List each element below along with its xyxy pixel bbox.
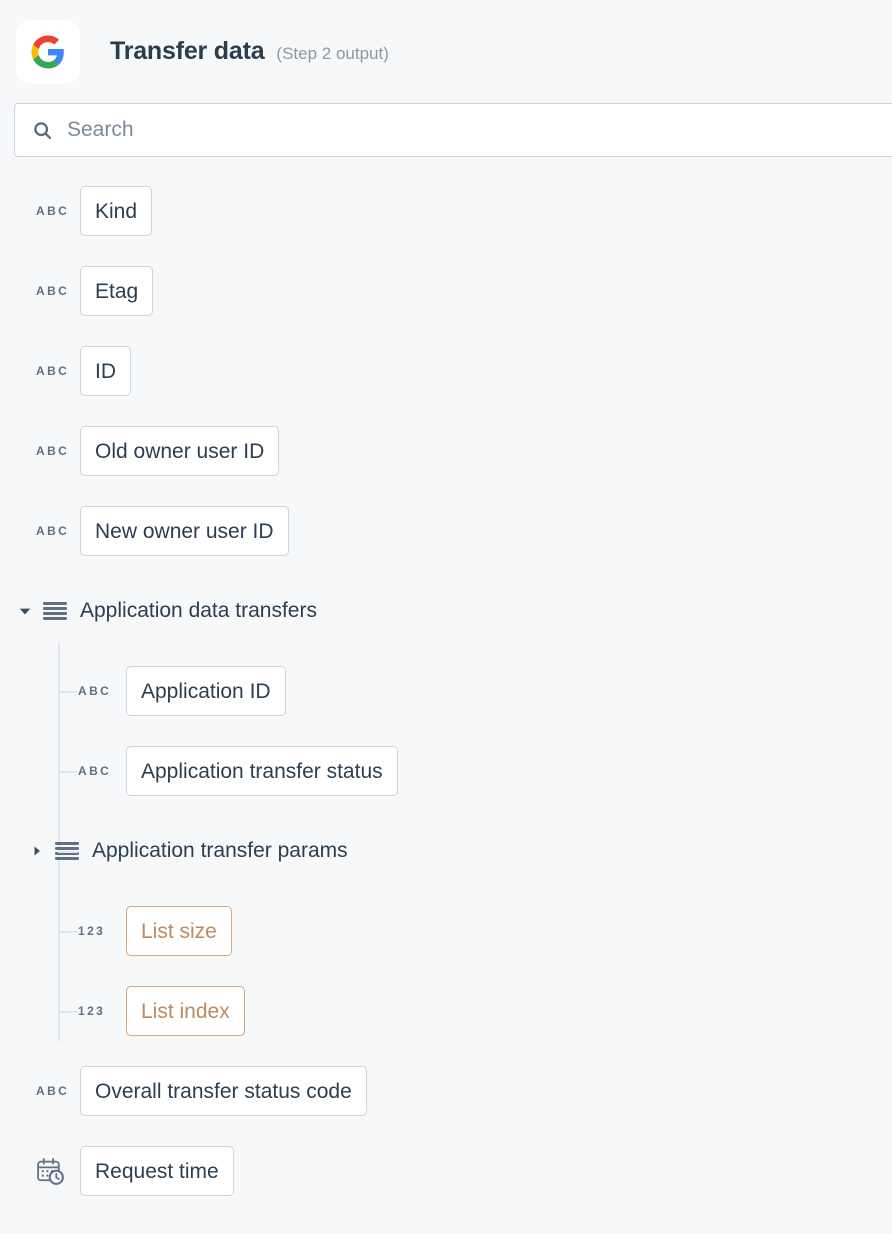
search-icon xyxy=(31,119,53,141)
abc-type-icon: ABC xyxy=(36,444,80,458)
tree-row-etag[interactable]: ABC Etag xyxy=(0,251,892,331)
number-type-icon: 123 xyxy=(78,924,126,938)
search-box[interactable] xyxy=(14,103,892,157)
list-icon xyxy=(54,838,80,864)
abc-type-icon: ABC xyxy=(36,284,80,298)
tree-row-list-size[interactable]: 123 List size xyxy=(0,891,892,971)
calendar-clock-icon xyxy=(36,1157,80,1186)
chevron-down-icon[interactable] xyxy=(14,600,36,622)
abc-type-icon: ABC xyxy=(36,364,80,378)
abc-type-icon: ABC xyxy=(36,204,80,218)
abc-type-icon: ABC xyxy=(78,684,126,698)
field-chip[interactable]: Old owner user ID xyxy=(80,426,279,476)
field-chip[interactable]: Request time xyxy=(80,1146,234,1196)
number-type-icon: 123 xyxy=(78,1004,126,1018)
group-label: Application transfer params xyxy=(92,839,348,863)
tree-children-application-data-transfers: ABC Application ID ABC Application trans… xyxy=(0,651,892,1051)
search-section xyxy=(0,103,892,157)
field-chip[interactable]: Kind xyxy=(80,186,152,236)
tree-row-new-owner-user-id[interactable]: ABC New owner user ID xyxy=(0,491,892,571)
tree-row-old-owner-user-id[interactable]: ABC Old owner user ID xyxy=(0,411,892,491)
tree-row-kind[interactable]: ABC Kind xyxy=(0,171,892,251)
page-title-group: Transfer data (Step 2 output) xyxy=(110,39,389,64)
field-chip[interactable]: List index xyxy=(126,986,245,1036)
field-tree: ABC Kind ABC Etag ABC ID ABC Old owner u… xyxy=(0,157,892,1211)
page-subtitle: (Step 2 output) xyxy=(276,45,388,62)
tree-row-list-index[interactable]: 123 List index xyxy=(0,971,892,1051)
field-chip[interactable]: Application transfer status xyxy=(126,746,398,796)
field-chip[interactable]: ID xyxy=(80,346,131,396)
field-chip[interactable]: Etag xyxy=(80,266,153,316)
google-logo-icon xyxy=(16,20,80,84)
group-label: Application data transfers xyxy=(80,599,317,623)
abc-type-icon: ABC xyxy=(78,764,126,778)
page-title: Transfer data xyxy=(110,39,264,64)
list-icon xyxy=(42,598,68,624)
search-input[interactable] xyxy=(67,115,892,145)
tree-group-application-transfer-params[interactable]: Application transfer params xyxy=(0,811,892,891)
tree-row-request-time[interactable]: Request time xyxy=(0,1131,892,1211)
chevron-right-icon[interactable] xyxy=(26,840,48,862)
abc-type-icon: ABC xyxy=(36,1084,80,1098)
tree-row-application-transfer-status[interactable]: ABC Application transfer status xyxy=(0,731,892,811)
tree-row-id[interactable]: ABC ID xyxy=(0,331,892,411)
tree-row-application-id[interactable]: ABC Application ID xyxy=(0,651,892,731)
tree-group-application-data-transfers[interactable]: Application data transfers xyxy=(0,571,892,651)
field-chip[interactable]: List size xyxy=(126,906,232,956)
field-chip[interactable]: Application ID xyxy=(126,666,286,716)
tree-row-overall-transfer-status-code[interactable]: ABC Overall transfer status code xyxy=(0,1051,892,1131)
app-header: Transfer data (Step 2 output) xyxy=(0,0,892,103)
field-chip[interactable]: Overall transfer status code xyxy=(80,1066,367,1116)
abc-type-icon: ABC xyxy=(36,524,80,538)
field-chip[interactable]: New owner user ID xyxy=(80,506,289,556)
